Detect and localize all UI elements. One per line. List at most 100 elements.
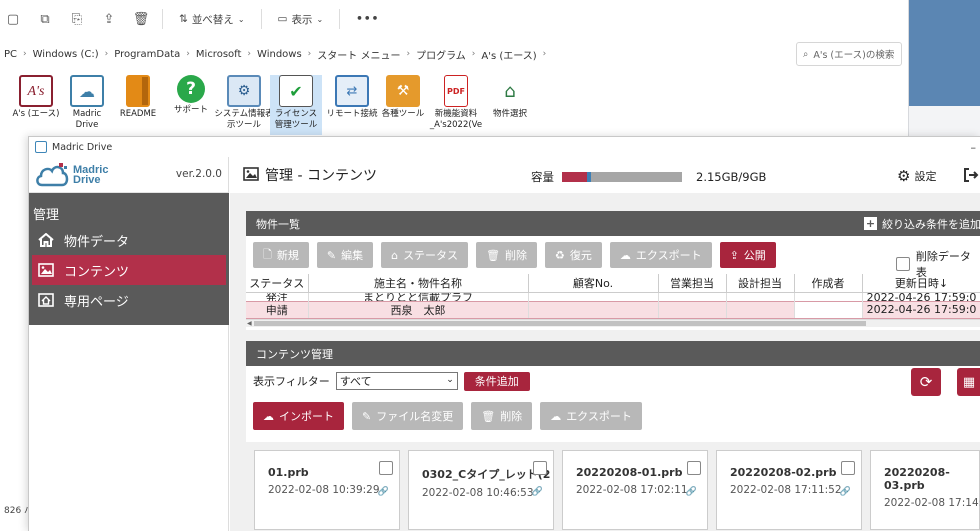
new-button[interactable]: 🗋 新規	[253, 242, 309, 268]
status-button[interactable]: ⌂ ステータス	[381, 242, 469, 268]
horizontal-scrollbar[interactable]: ◀	[246, 318, 980, 327]
tag-icon: ⌂	[391, 248, 399, 262]
file-item[interactable]: ? サポート	[161, 75, 221, 116]
import-button[interactable]: ☁ インポート	[253, 402, 344, 430]
cell-name: まとりとと信載プラフ	[308, 292, 529, 301]
file-checkbox[interactable]	[379, 461, 393, 475]
top-bar: 管理 - コンテンツ 容量 2.15GB/9GB ⚙ 設定	[230, 157, 980, 193]
toolbox-icon: ⚒	[386, 75, 420, 107]
scroll-left-icon[interactable]: ◀	[247, 320, 252, 327]
link-icon[interactable]: 🔗	[686, 487, 697, 497]
breadcrumb-programdata[interactable]: ProgramData	[114, 49, 180, 60]
grid-view-button[interactable]: ▦	[957, 368, 980, 396]
file-checkbox[interactable]	[533, 461, 547, 475]
pdf-icon: PDF	[444, 75, 468, 107]
settings-button[interactable]: ⚙ 設定	[897, 167, 936, 185]
filter-select[interactable]: すべて ⌄	[335, 372, 458, 390]
breadcrumb-pc[interactable]: PC	[4, 49, 17, 60]
search-placeholder: A's (エース)の検索	[813, 50, 895, 61]
main-area: 管理 - コンテンツ 容量 2.15GB/9GB ⚙ 設定 物件一覧 + 絞り込…	[230, 157, 980, 531]
column-header[interactable]: 施主名・物件名称	[308, 274, 529, 293]
more-button[interactable]: •••	[350, 13, 385, 25]
column-header[interactable]: 設計担当	[726, 274, 795, 293]
property-table: ステータス 施主名・物件名称 顧客No. 営業担当 設計担当 作成者 更新日時↓…	[246, 274, 980, 319]
sidebar-item-contents[interactable]: コンテンツ	[32, 255, 226, 285]
rename-button[interactable]: ✎ ファイル名変更	[352, 402, 464, 430]
file-card[interactable]: 20220208-03.prb 2022-02-08 17:14:3	[870, 450, 980, 530]
sidebar-item-property-data[interactable]: 物件データ	[32, 225, 226, 255]
breadcrumb-as[interactable]: A's (エース)	[481, 47, 536, 62]
file-card[interactable]: 20220208-01.prb 2022-02-08 17:02:11 🔗	[562, 450, 708, 530]
file-card[interactable]: 01.prb 2022-02-08 10:39:29 🔗	[254, 450, 400, 530]
share-icon[interactable]: ⇪	[98, 8, 120, 30]
show-deleted-checkbox[interactable]	[896, 257, 910, 271]
trash-icon: 🗑	[486, 248, 501, 262]
search-input[interactable]: ⌕ A's (エース)の検索	[796, 42, 902, 66]
cell-creator	[794, 292, 863, 301]
link-icon[interactable]: 🔗	[840, 487, 851, 497]
breadcrumb-startmenu[interactable]: スタート メニュー	[317, 47, 400, 62]
cell-status: 申請	[246, 300, 309, 319]
file-item[interactable]: README	[108, 75, 168, 120]
view-button[interactable]: ▭ 表示 ⌄	[272, 12, 330, 27]
close-icon[interactable]: –	[971, 141, 980, 154]
file-card[interactable]: 0302_Cタイプ_レッド(2 2022-02-08 10:46:53 🔗	[408, 450, 554, 530]
table-row-selected[interactable]: 申請 西泉 太郎 2022-04-26 17:59:0	[246, 300, 980, 319]
export-button[interactable]: ☁ エクスポート	[609, 242, 712, 268]
column-header[interactable]: 作成者	[794, 274, 863, 293]
cell-updated: 2022-04-26 17:59:0	[862, 292, 980, 301]
paste-icon[interactable]: ⎘	[66, 8, 88, 30]
madric-drive-icon: ☁	[70, 75, 104, 107]
plus-icon: +	[864, 217, 877, 230]
cell-design	[726, 300, 795, 319]
delete-button[interactable]: 🗑 削除	[476, 242, 538, 268]
sidebar-item-dedicated-page[interactable]: 専用ページ	[32, 285, 226, 315]
delete-icon[interactable]: 🗑	[130, 8, 152, 30]
breadcrumb-drive[interactable]: Windows (C:)	[33, 49, 99, 60]
file-checkbox[interactable]	[841, 461, 855, 475]
link-icon[interactable]: 🔗	[378, 487, 389, 497]
edit-button[interactable]: ✎ 編集	[316, 242, 374, 268]
scrollbar-thumb[interactable]	[254, 320, 866, 326]
breadcrumb-microsoft[interactable]: Microsoft	[196, 49, 242, 60]
gear-icon: ⚙	[897, 167, 911, 185]
window-titlebar[interactable]: Madric Drive –	[29, 137, 980, 157]
column-header[interactable]: 顧客No.	[528, 274, 659, 293]
restore-button[interactable]: ♻ 復元	[545, 242, 602, 268]
sort-button[interactable]: ⇅ 並べ替え ⌄	[173, 12, 251, 27]
breadcrumb-programs[interactable]: プログラム	[416, 47, 466, 62]
refresh-button[interactable]: ⟳	[911, 368, 941, 396]
show-deleted-toggle[interactable]: 削除データ表	[896, 248, 980, 280]
delete-button[interactable]: 🗑 削除	[471, 402, 533, 430]
link-icon[interactable]: 🔗	[532, 487, 543, 497]
add-condition-button[interactable]: 条件追加	[463, 371, 530, 391]
new-icon[interactable]: ▢	[2, 8, 24, 30]
file-label: システム情報表示ツール	[214, 109, 274, 130]
copy-icon[interactable]: ⧉	[34, 8, 56, 30]
file-item[interactable]: ⌂ 物件選択	[480, 75, 540, 120]
column-header[interactable]: 営業担当	[658, 274, 727, 293]
chevron-down-icon: ⌄	[237, 14, 245, 24]
page-title: 管理 - コンテンツ	[265, 168, 377, 184]
logout-icon[interactable]	[963, 167, 979, 186]
file-item-selected[interactable]: ✔ ライセンス管理ツール	[270, 75, 322, 135]
file-item[interactable]: ⚙ システム情報表示ツール	[214, 75, 274, 131]
capacity-label: 容量	[531, 170, 554, 184]
property-toolbar: 🗋 新規 ✎ 編集 ⌂ ステータス 🗑 削除 ♻ 復元 ☁ エクスポート ⇪ 公開 削除データ…	[246, 236, 980, 279]
file-date: 2022-02-08 17:14:3	[884, 497, 980, 509]
contents-body: 表示フィルター すべて ⌄ 条件追加 ⟳ ▦ ☁ インポート ✎ ファイル名変更 🗑…	[246, 366, 980, 531]
home-icon	[38, 233, 54, 247]
add-filter-button[interactable]: + 絞り込み条件を追加	[864, 216, 980, 232]
table-row[interactable]: 発注 まとりとと信載プラフ 2022-04-26 17:59:0	[246, 292, 980, 301]
cell-customer-no	[528, 300, 659, 319]
publish-button[interactable]: ⇪ 公開	[719, 242, 776, 268]
breadcrumb-windows[interactable]: Windows	[257, 49, 302, 60]
file-item[interactable]: PDF 新機能資料_A's2022(Ve	[424, 75, 488, 131]
address-bar[interactable]: PC › Windows (C:) › ProgramData › Microsoft…	[0, 42, 785, 66]
capacity-bar-marker	[586, 172, 591, 182]
column-header[interactable]: ステータス	[246, 274, 309, 293]
cell-design	[726, 292, 795, 301]
file-card[interactable]: 20220208-02.prb 2022-02-08 17:11:52 🔗	[716, 450, 862, 530]
file-checkbox[interactable]	[687, 461, 701, 475]
export-button[interactable]: ☁ エクスポート	[540, 402, 642, 430]
